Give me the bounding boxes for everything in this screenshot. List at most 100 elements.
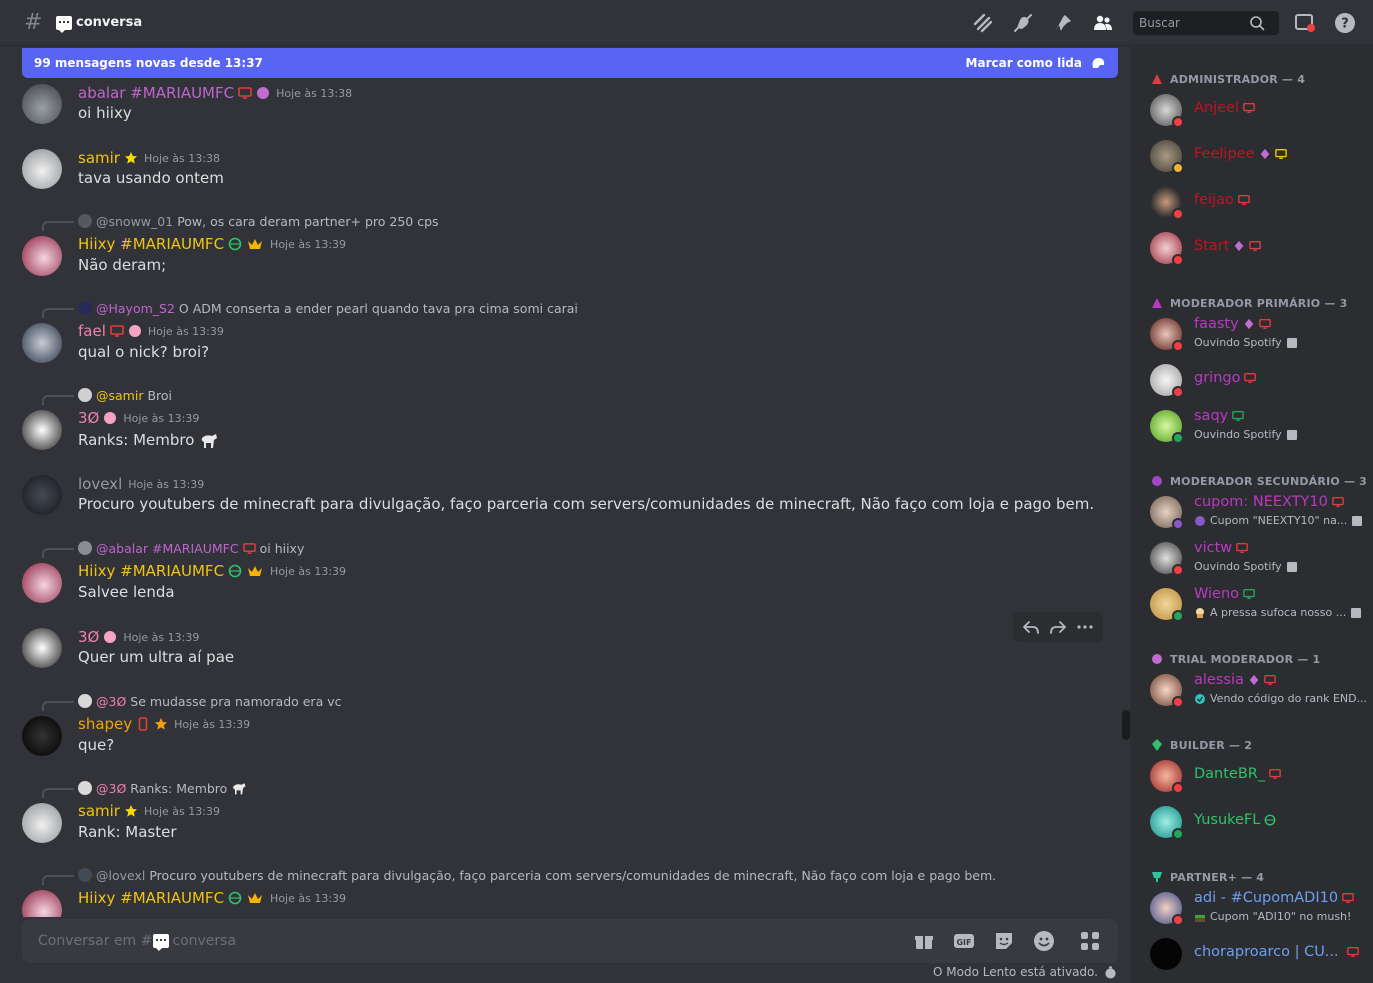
role-icon xyxy=(1152,739,1162,751)
avatar[interactable] xyxy=(22,236,62,276)
username[interactable]: fael xyxy=(78,322,106,340)
avatar[interactable] xyxy=(22,410,62,450)
reply-preview[interactable]: @3Ø Ranks: Membro xyxy=(78,779,248,797)
status-dnd-icon xyxy=(1172,116,1184,128)
member-item[interactable]: faasty Ouvindo Spotify xyxy=(1150,314,1360,354)
reply-icon[interactable] xyxy=(1022,618,1040,636)
reply-connector xyxy=(42,875,74,885)
threads-icon[interactable] xyxy=(971,11,995,35)
help-icon[interactable]: ? xyxy=(1333,11,1357,35)
member-list-icon[interactable] xyxy=(1091,11,1115,35)
gem-icon xyxy=(1260,148,1269,160)
timestamp: Hoje às 13:39 xyxy=(123,411,200,425)
gift-icon[interactable] xyxy=(912,929,936,953)
reply-avatar xyxy=(78,214,92,228)
member-item[interactable]: gringo xyxy=(1150,360,1360,400)
username[interactable]: samir xyxy=(78,802,120,820)
forward-icon[interactable] xyxy=(1049,618,1067,636)
reply-connector xyxy=(42,395,74,405)
gem-icon xyxy=(1235,240,1244,252)
role-header: PARTNER+ — 4 xyxy=(1150,869,1264,885)
reply-author[interactable]: @Hayom_S2 xyxy=(96,301,175,316)
avatar[interactable] xyxy=(22,803,62,843)
more-icon[interactable] xyxy=(1076,618,1094,636)
timestamp: Hoje às 13:39 xyxy=(270,891,347,905)
mark-as-read-button[interactable]: Marcar como lida xyxy=(966,56,1082,70)
username[interactable]: Hiixy #MARIAUMFC xyxy=(78,562,224,580)
message-text: Quer um ultra aí pae xyxy=(78,648,235,666)
reply-preview[interactable]: @Hayom_S2 O ADM conserta a ender pearl q… xyxy=(78,299,578,317)
avatar[interactable] xyxy=(22,323,62,363)
search-box[interactable] xyxy=(1133,11,1279,35)
activity-icon xyxy=(1286,429,1297,440)
message-text: Rank: Master xyxy=(78,823,177,841)
reply-author[interactable]: @lovexl xyxy=(96,868,145,883)
avatar[interactable] xyxy=(22,475,62,515)
member-item[interactable]: YusukeFL xyxy=(1150,802,1360,842)
member-item[interactable]: DanteBR_ xyxy=(1150,756,1360,796)
new-messages-bar[interactable]: 99 mensagens novas desde 13:37 Marcar co… xyxy=(22,48,1118,78)
reply-author[interactable]: @3Ø xyxy=(96,694,126,709)
reply-avatar xyxy=(78,388,92,402)
avatar[interactable] xyxy=(22,563,62,603)
star-icon xyxy=(124,805,137,817)
reply-author[interactable]: @snoww_01 xyxy=(96,214,173,229)
member-item[interactable]: Wieno A pressa sufoca nosso ... xyxy=(1150,584,1362,624)
username[interactable]: 3Ø xyxy=(78,628,99,646)
member-list[interactable]: ADMINISTRADOR — 4 Anjeel Feelipee feijao… xyxy=(1130,47,1373,983)
member-item[interactable]: Feelipee xyxy=(1150,136,1360,176)
username[interactable]: abalar #MARIAUMFC xyxy=(78,84,234,102)
member-item[interactable]: adi - #CupomADI10 Cupom "ADI10" no mush! xyxy=(1150,888,1360,928)
gif-icon[interactable]: GIF xyxy=(952,929,976,953)
avatar[interactable] xyxy=(22,628,62,668)
member-item[interactable]: choraproarco | CU... xyxy=(1150,934,1360,974)
username[interactable]: Hiixy #MARIAUMFC xyxy=(78,235,224,253)
username[interactable]: shapey xyxy=(78,715,132,733)
reply-preview[interactable]: @3Ø Se mudasse pra namorado era vc xyxy=(78,692,341,710)
channel-name: conversa xyxy=(76,15,143,30)
emoji-icon[interactable] xyxy=(1032,929,1056,953)
role-header: TRIAL MODERADOR — 1 xyxy=(1150,651,1320,667)
reply-author[interactable]: @3Ø xyxy=(96,781,126,796)
monitor-icon xyxy=(1269,769,1281,779)
avatar[interactable] xyxy=(22,149,62,189)
notification-muted-icon[interactable] xyxy=(1011,11,1035,35)
username[interactable]: Hiixy #MARIAUMFC xyxy=(78,889,224,907)
member-item[interactable]: Start xyxy=(1150,228,1360,268)
username[interactable]: samir xyxy=(78,149,120,167)
monitor-icon xyxy=(1244,373,1257,383)
composer-input[interactable]: Conversar em # conversa xyxy=(38,933,236,951)
message-composer[interactable]: Conversar em # conversa GIF xyxy=(22,919,1118,963)
pin-icon[interactable] xyxy=(1051,11,1075,35)
username[interactable]: lovexl xyxy=(78,475,122,493)
inbox-icon[interactable] xyxy=(1293,11,1317,35)
star-icon xyxy=(155,718,168,730)
reply-author[interactable]: @samir xyxy=(96,388,143,403)
message-list[interactable]: 99 mensagens novas desde 13:37 Marcar co… xyxy=(0,47,1130,917)
apps-icon[interactable] xyxy=(1078,929,1102,953)
speech-bubble-icon xyxy=(153,934,170,951)
reply-preview[interactable]: @abalar #MARIAUMFC oi hiixy xyxy=(78,539,304,557)
search-input[interactable] xyxy=(1139,16,1249,30)
member-item[interactable]: Anjeel xyxy=(1150,90,1360,130)
member-item[interactable]: saqy Ouvindo Spotify xyxy=(1150,406,1360,446)
role-header: ADMINISTRADOR — 4 xyxy=(1150,71,1305,87)
reply-author[interactable]: @abalar #MARIAUMFC xyxy=(96,541,239,556)
reply-preview[interactable]: @snoww_01 Pow, os cara deram partner+ pr… xyxy=(78,212,439,230)
member-item[interactable]: alessia Vendo código do rank END... xyxy=(1150,670,1367,710)
member-item[interactable]: feijao xyxy=(1150,182,1360,222)
member-item[interactable]: cupom: NEEXTY10 Cupom "NEEXTY10" na... xyxy=(1150,492,1363,532)
reply-preview[interactable]: @lovexl Procuro youtubers de minecraft p… xyxy=(78,866,996,884)
member-item[interactable]: victw Ouvindo Spotify xyxy=(1150,538,1360,578)
avatar[interactable] xyxy=(22,84,62,124)
activity-icon xyxy=(1286,561,1297,572)
username[interactable]: 3Ø xyxy=(78,409,99,427)
sticker-icon[interactable] xyxy=(992,929,1016,953)
avatar[interactable] xyxy=(22,890,62,917)
message-text: tava usando ontem xyxy=(78,169,224,187)
avatar[interactable] xyxy=(22,716,62,756)
reply-preview[interactable]: @samir Broi xyxy=(78,386,172,404)
reply-avatar xyxy=(78,694,92,708)
status-dnd-icon xyxy=(1172,340,1184,352)
scrollbar[interactable] xyxy=(1122,710,1130,740)
